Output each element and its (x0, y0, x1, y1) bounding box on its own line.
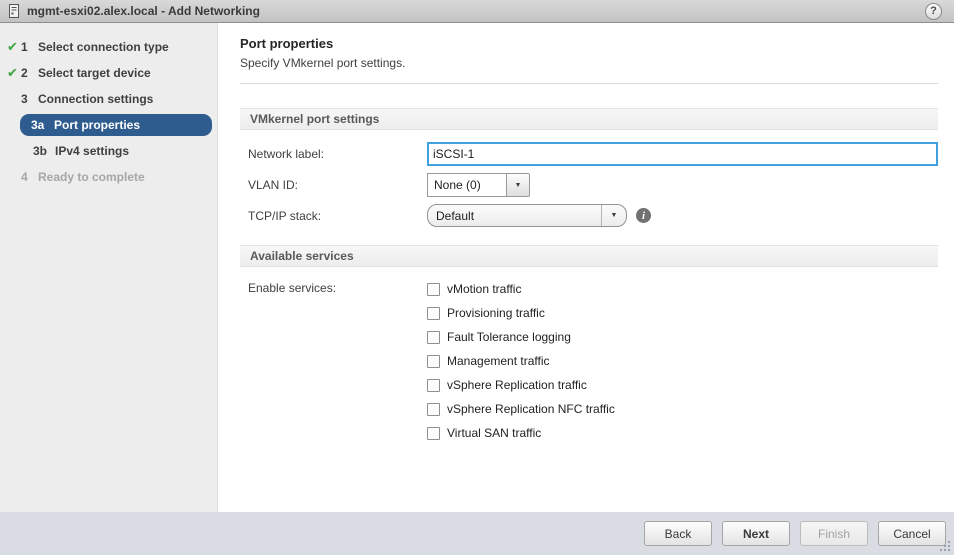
host-icon (8, 3, 20, 19)
chevron-down-icon: ▼ (514, 181, 522, 189)
step-label: Ready to complete (38, 170, 145, 184)
service-fault-tolerance-logging[interactable]: Fault Tolerance logging (427, 325, 615, 349)
sidebar-item-connection-settings[interactable]: 3 Connection settings (0, 86, 217, 112)
service-provisioning-traffic[interactable]: Provisioning traffic (427, 301, 615, 325)
step-label: Select connection type (38, 40, 169, 54)
header-divider (240, 83, 938, 84)
tcpip-stack-dropdown[interactable]: Default ▼ (427, 204, 627, 227)
step-number: 1 (21, 40, 28, 54)
dialog-title: mgmt-esxi02.alex.local - Add Networking (27, 4, 260, 18)
tcpip-stack-label: TCP/IP stack: (248, 208, 322, 223)
help-icon[interactable]: ? (925, 2, 942, 20)
enable-services-row: Enable services: vMotion traffic Provisi… (240, 277, 938, 445)
service-vsphere-replication-nfc-traffic[interactable]: vSphere Replication NFC traffic (427, 397, 615, 421)
network-label-row: Network label: (240, 142, 938, 166)
vlan-dropdown-button[interactable]: ▼ (507, 173, 530, 197)
checkbox-icon[interactable] (427, 402, 440, 416)
sidebar-item-ipv4-settings[interactable]: 3b IPv4 settings (0, 138, 217, 164)
checkbox-icon[interactable] (427, 282, 440, 296)
service-virtual-san-traffic[interactable]: Virtual SAN traffic (427, 421, 615, 445)
back-button[interactable]: Back (644, 521, 712, 546)
step-label: IPv4 settings (55, 144, 130, 158)
finish-button: Finish (800, 521, 868, 546)
vlan-id-dropdown[interactable]: None (0) ▼ (427, 173, 530, 197)
chevron-down-icon: ▼ (610, 212, 618, 219)
network-label-label: Network label: (248, 147, 325, 161)
service-management-traffic[interactable]: Management traffic (427, 349, 615, 373)
check-icon: ✔ (7, 39, 18, 54)
section-vmkernel-port-settings: VMkernel port settings (240, 108, 938, 130)
tcpip-stack-row: TCP/IP stack: Default ▼ i (240, 204, 938, 227)
step-number: 3 (21, 92, 28, 106)
step-label: Connection settings (38, 92, 154, 106)
page-title: Port properties (240, 36, 334, 51)
sidebar-item-select-connection-type[interactable]: ✔ 1 Select connection type (0, 34, 217, 60)
step-label: Port properties (54, 118, 141, 132)
step-number: 3a (31, 118, 45, 132)
checkbox-icon[interactable] (427, 378, 440, 392)
service-vmotion-traffic[interactable]: vMotion traffic (427, 277, 615, 301)
sidebar-item-port-properties-current[interactable]: 3a Port properties (20, 114, 212, 136)
service-vsphere-replication-traffic[interactable]: vSphere Replication traffic (427, 373, 615, 397)
checkbox-icon[interactable] (427, 330, 440, 344)
step-number: 4 (21, 170, 28, 184)
enable-services-label: Enable services: (248, 281, 337, 295)
add-networking-dialog: mgmt-esxi02.alex.local - Add Networking … (0, 0, 954, 555)
checkbox-icon[interactable] (427, 306, 440, 320)
page-subtitle: Specify VMkernel port settings. (240, 56, 406, 70)
sidebar-item-select-target-device[interactable]: ✔ 2 Select target device (0, 60, 217, 86)
checkbox-icon[interactable] (427, 354, 440, 368)
resize-gripper-icon[interactable] (948, 549, 950, 551)
vlan-id-value: None (0) (427, 173, 507, 197)
step-label: Select target device (38, 66, 151, 80)
vlan-id-label: VLAN ID: (248, 178, 299, 192)
wizard-steps-sidebar: ✔ 1 Select connection type ✔ 2 Select ta… (0, 23, 218, 512)
section-available-services: Available services (240, 245, 938, 267)
step-number: 3b (33, 144, 48, 158)
info-icon[interactable]: i (636, 208, 651, 223)
step-number: 2 (21, 66, 28, 80)
wizard-content: Port properties Specify VMkernel port se… (218, 23, 954, 512)
services-checkbox-list: vMotion traffic Provisioning traffic Fau… (427, 277, 615, 445)
title-bar: mgmt-esxi02.alex.local - Add Networking … (0, 0, 954, 23)
next-button[interactable]: Next (722, 521, 790, 546)
tcpip-stack-value: Default (436, 208, 475, 223)
tcpip-dropdown-button[interactable]: ▼ (602, 212, 626, 219)
network-label-input[interactable] (427, 142, 938, 166)
checkbox-icon[interactable] (427, 426, 440, 440)
check-icon: ✔ (7, 65, 18, 80)
cancel-button[interactable]: Cancel (878, 521, 946, 546)
sidebar-item-ready-to-complete: 4 Ready to complete (0, 164, 217, 190)
vlan-id-row: VLAN ID: None (0) ▼ (240, 173, 938, 197)
wizard-footer: Back Next Finish Cancel (0, 512, 954, 555)
